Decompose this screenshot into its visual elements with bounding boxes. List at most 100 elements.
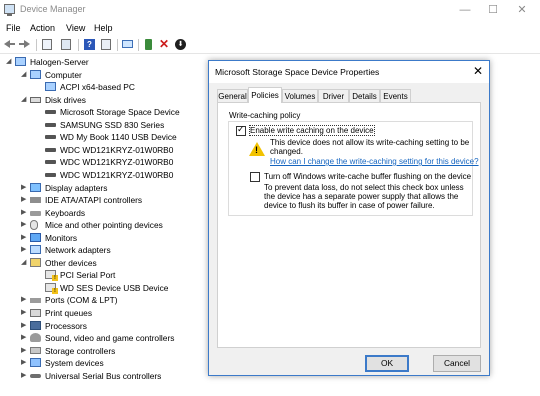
ok-button[interactable]: OK (365, 355, 409, 372)
tree-node-label: Computer (45, 69, 82, 80)
forward-button[interactable] (19, 38, 32, 51)
tree-node-label: WDC WD121KRYZ-01W0RB0 (60, 157, 174, 168)
minimize-button[interactable]: — (451, 0, 479, 20)
drive-icon (45, 122, 56, 127)
collapse-arrow-icon[interactable]: ◢ (21, 94, 29, 106)
expand-arrow-icon[interactable]: ▶ (21, 345, 29, 357)
tree-node-label: Display adapters (45, 182, 108, 193)
tree-node-label: ACPI x64-based PC (60, 82, 135, 93)
menu-help[interactable]: Help (94, 23, 113, 33)
cpu-icon (30, 320, 41, 330)
other-devices-icon (30, 257, 41, 267)
collapse-arrow-icon[interactable]: ◢ (21, 69, 29, 81)
computer-icon (30, 69, 41, 79)
tab-volumes[interactable]: Volumes (282, 89, 318, 103)
enable-write-caching-checkbox[interactable] (236, 124, 246, 136)
cancel-button[interactable]: Cancel (433, 355, 481, 372)
expand-arrow-icon[interactable]: ▶ (21, 307, 29, 319)
printer-icon (30, 309, 41, 317)
scan-hardware-button[interactable] (121, 38, 134, 51)
tree-node-label: WD My Book 1140 USB Device (60, 132, 177, 143)
update-driver-icon (145, 39, 152, 50)
expand-arrow-icon[interactable]: ▶ (21, 332, 29, 344)
tree-node-label: SAMSUNG SSD 830 Series (60, 119, 165, 130)
dialog-title: Microsoft Storage Space Device Propertie… (215, 67, 380, 77)
tree-node-label: Storage controllers (45, 345, 116, 356)
monitor-icon (122, 40, 133, 48)
show-action-pane-button[interactable] (100, 38, 113, 51)
toolbar-separator (78, 39, 79, 51)
storage-icon (30, 346, 41, 354)
tab-details[interactable]: Details (349, 89, 380, 103)
write-caching-warning-text: This device does not allow its write-cac… (270, 138, 470, 156)
pci-warning-icon (45, 282, 58, 294)
buffer-flushing-description: To prevent data loss, do not select this… (264, 183, 464, 210)
expand-arrow-icon[interactable]: ▶ (21, 207, 29, 219)
collapse-arrow-icon[interactable]: ◢ (21, 257, 29, 269)
tab-general[interactable]: General (217, 89, 248, 103)
computer-root-icon (15, 57, 26, 66)
maximize-button[interactable]: ☐ (479, 0, 507, 20)
show-hide-console-tree-button[interactable] (41, 38, 54, 51)
network-icon (30, 245, 41, 255)
menu-action[interactable]: Action (30, 23, 55, 33)
expand-arrow-icon[interactable]: ▶ (21, 357, 29, 369)
properties-button[interactable] (60, 38, 73, 51)
dialog-title-bar: Microsoft Storage Space Device Propertie… (209, 61, 489, 83)
dialog-close-button[interactable]: ✕ (473, 64, 483, 78)
tab-driver[interactable]: Driver (318, 89, 349, 103)
drive-icon (45, 110, 56, 115)
ide-icon (30, 197, 41, 204)
expand-arrow-icon[interactable]: ▶ (21, 194, 29, 206)
back-button[interactable] (3, 38, 16, 51)
toolbar-separator (138, 39, 139, 51)
device-manager-app-icon (4, 4, 15, 16)
close-button[interactable]: ✕ (508, 0, 536, 20)
usb-icon (30, 373, 41, 378)
tree-node-label: Keyboards (45, 207, 86, 218)
tree-node-label: Halogen-Server (30, 57, 89, 67)
menu-file[interactable]: File (6, 23, 21, 33)
disable-button[interactable]: ⬇ (174, 38, 187, 51)
tree-node-label: System devices (45, 358, 104, 369)
tab-events[interactable]: Events (380, 89, 411, 103)
expand-arrow-icon[interactable]: ▶ (21, 320, 29, 332)
turn-off-buffer-flushing-checkbox[interactable] (250, 172, 260, 182)
tree-node-label: IDE ATA/ATAPI controllers (45, 195, 143, 206)
display-icon (30, 182, 41, 192)
expand-arrow-icon[interactable]: ▶ (21, 294, 29, 306)
toolbar: ? ✕ ⬇ (0, 37, 540, 54)
write-caching-help-link[interactable]: How can I change the write-caching setti… (270, 157, 479, 166)
download-icon: ⬇ (175, 39, 186, 50)
uninstall-button[interactable]: ✕ (158, 37, 171, 51)
enable-write-caching-label[interactable]: Enable write caching on the device (249, 125, 375, 136)
expand-arrow-icon[interactable]: ▶ (21, 370, 29, 382)
update-driver-button[interactable] (142, 38, 155, 51)
red-x-icon: ✕ (159, 37, 170, 51)
console-tree-icon (42, 39, 52, 50)
write-caching-group: Enable write caching on the device This … (228, 121, 479, 216)
tree-node-label: Network adapters (45, 245, 111, 256)
tree-node-label: Monitors (45, 232, 78, 243)
menu-view[interactable]: View (66, 23, 85, 33)
expand-arrow-icon[interactable]: ▶ (21, 219, 29, 231)
collapse-arrow-icon[interactable]: ◢ (6, 56, 14, 68)
write-caching-group-label: Write-caching policy (229, 111, 301, 120)
tree-node-label: Disk drives (45, 94, 86, 105)
help-icon: ? (84, 39, 95, 50)
drive-icon (45, 147, 56, 152)
expand-arrow-icon[interactable]: ▶ (21, 244, 29, 256)
port-icon (30, 298, 41, 304)
expand-arrow-icon[interactable]: ▶ (21, 182, 29, 194)
tree-node-label: Other devices (45, 257, 97, 268)
help-button[interactable]: ? (83, 38, 96, 51)
toolbar-separator (36, 39, 37, 51)
tree-node-label: WDC WD121KRYZ-01W0RB0 (60, 144, 174, 155)
tree-node-label: PCI Serial Port (60, 270, 116, 281)
tree-node-label: Universal Serial Bus controllers (45, 370, 162, 381)
pci-warning-icon (45, 270, 58, 282)
tree-node-label: WDC WD121KRYZ-01W0RB0 (60, 169, 174, 180)
turn-off-buffer-flushing-label[interactable]: Turn off Windows write-cache buffer flus… (264, 172, 471, 181)
tab-policies[interactable]: Policies (248, 87, 282, 103)
expand-arrow-icon[interactable]: ▶ (21, 232, 29, 244)
